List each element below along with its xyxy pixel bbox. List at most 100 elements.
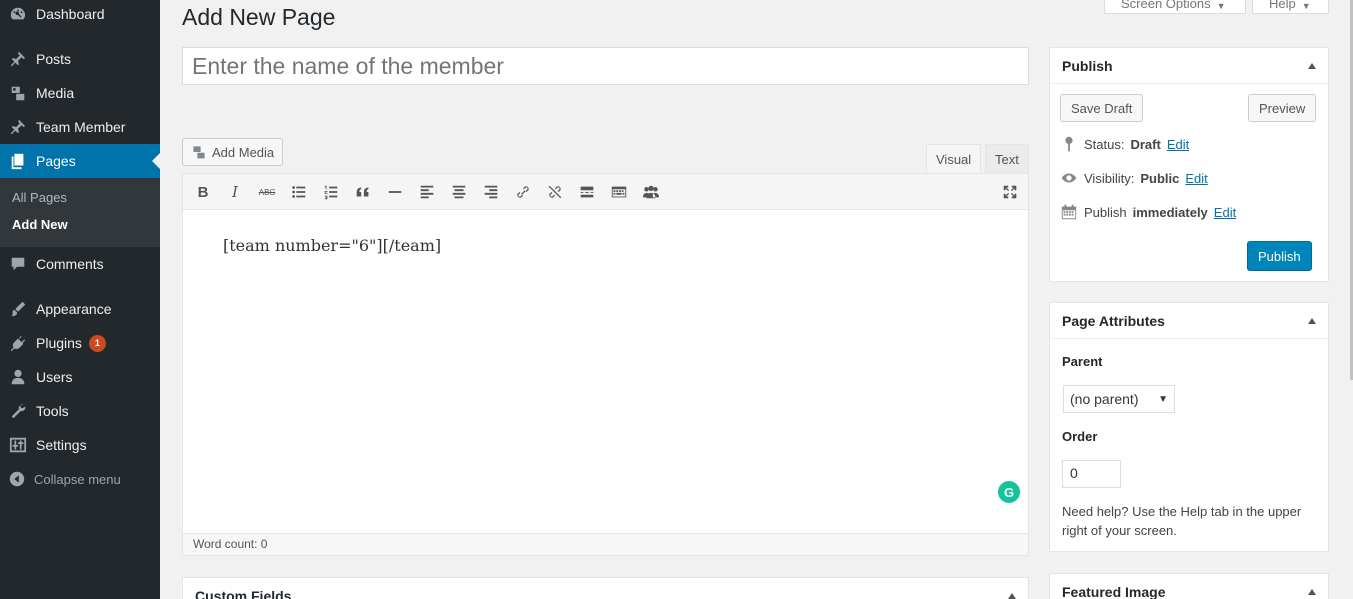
edit-visibility-link[interactable]: Edit <box>1185 171 1207 186</box>
status-value: Draft <box>1130 136 1161 152</box>
attributes-help-text: Need help? Use the Help tab in the upper… <box>1062 504 1302 538</box>
pin-icon <box>0 50 36 68</box>
page-attributes-header[interactable]: Page Attributes <box>1050 303 1328 339</box>
page-attributes-box: Page Attributes Parent (no parent) ▼ Ord… <box>1049 302 1329 552</box>
title-input[interactable] <box>182 47 1029 85</box>
publish-date-label: Publish <box>1084 204 1127 220</box>
sidebar-item-appearance[interactable]: Appearance <box>0 292 160 326</box>
page-attributes-title: Page Attributes <box>1062 312 1165 329</box>
admin-sidebar: Dashboard Posts Media Team Member Pages … <box>0 0 160 599</box>
sidebar-item-posts[interactable]: Posts <box>0 42 160 76</box>
bold-label: B <box>197 183 209 201</box>
visibility-label: Visibility: <box>1084 170 1135 186</box>
dashboard-icon <box>0 5 36 23</box>
italic-button[interactable]: I <box>223 180 247 204</box>
team-shortcode-button[interactable] <box>639 180 663 204</box>
submenu-add-new[interactable]: Add New <box>12 217 68 232</box>
tab-text[interactable]: Text <box>985 144 1029 173</box>
unlink-button[interactable] <box>543 180 567 204</box>
add-media-button[interactable]: Add Media <box>182 138 284 166</box>
publish-header[interactable]: Publish <box>1050 48 1328 84</box>
align-right-icon <box>484 185 498 199</box>
collapse-arrow-icon[interactable] <box>1308 317 1316 324</box>
fullscreen-button[interactable] <box>998 180 1022 204</box>
sidebar-item-label: Users <box>36 369 73 385</box>
collapse-menu-button[interactable]: Collapse menu <box>0 462 160 496</box>
settings-icon <box>0 436 36 454</box>
pin-icon <box>0 118 36 136</box>
sidebar-item-users[interactable]: Users <box>0 360 160 394</box>
status-label: Status: <box>1084 136 1125 152</box>
content-editor: B I ABC [team number="6"][/team] G Word … <box>182 173 1029 556</box>
featured-image-box: Featured Image <box>1049 573 1329 599</box>
link-button[interactable] <box>511 180 535 204</box>
bullet-list-button[interactable] <box>287 180 311 204</box>
comments-icon <box>0 255 36 273</box>
users-icon <box>0 368 36 386</box>
publish-date-row: Publish immediately Edit <box>1060 203 1236 221</box>
sidebar-item-label: Comments <box>36 256 104 272</box>
horizontal-rule-button[interactable] <box>383 180 407 204</box>
tools-icon <box>0 402 36 420</box>
blockquote-button[interactable] <box>351 180 375 204</box>
collapse-arrow-icon[interactable] <box>1308 62 1316 69</box>
numbered-list-icon <box>324 185 338 200</box>
edit-status-link[interactable]: Edit <box>1167 137 1189 152</box>
sidebar-item-label: Plugins <box>36 335 82 351</box>
grammarly-icon[interactable]: G <box>998 481 1020 503</box>
read-more-icon <box>580 186 594 198</box>
custom-fields-box: Custom Fields <box>182 577 1029 599</box>
collapse-arrow-icon[interactable] <box>1308 588 1316 595</box>
align-left-button[interactable] <box>415 180 439 204</box>
edit-publish-date-link[interactable]: Edit <box>1214 205 1236 220</box>
sidebar-item-label: Tools <box>36 403 69 419</box>
strikethrough-button[interactable]: ABC <box>255 180 279 204</box>
sidebar-item-label: Dashboard <box>36 6 105 22</box>
page-title: Add New Page <box>182 4 336 30</box>
calendar-icon <box>1061 204 1077 220</box>
screen-options-tab[interactable]: Screen Options ▼ <box>1104 0 1246 14</box>
media-icon <box>0 84 36 102</box>
bold-button[interactable]: B <box>191 180 215 204</box>
word-count: Word count: 0 <box>183 533 1028 555</box>
save-draft-button[interactable]: Save Draft <box>1060 94 1144 122</box>
publish-button[interactable]: Publish <box>1247 241 1312 271</box>
editor-content[interactable]: [team number="6"][/team] <box>223 236 441 255</box>
tab-visual[interactable]: Visual <box>926 144 982 173</box>
preview-button[interactable]: Preview <box>1248 94 1317 122</box>
sidebar-item-plugins[interactable]: Plugins 1 <box>0 326 160 360</box>
add-media-label: Add Media <box>212 144 275 160</box>
fullscreen-icon <box>1003 185 1017 199</box>
sidebar-item-team-member[interactable]: Team Member <box>0 110 160 144</box>
help-tab[interactable]: Help ▼ <box>1252 0 1329 14</box>
sidebar-item-pages[interactable]: Pages <box>0 144 160 178</box>
sidebar-item-label: Settings <box>36 437 87 453</box>
toolbar-toggle-icon <box>611 186 627 198</box>
parent-select[interactable]: (no parent) ▼ <box>1063 385 1175 413</box>
status-row: Status: Draft Edit <box>1060 135 1189 153</box>
plugin-update-badge: 1 <box>88 334 106 352</box>
sidebar-item-comments[interactable]: Comments <box>0 247 160 281</box>
custom-fields-header[interactable]: Custom Fields <box>183 578 1028 599</box>
sidebar-item-label: Team Member <box>36 119 126 135</box>
plugins-icon <box>0 334 36 352</box>
read-more-button[interactable] <box>575 180 599 204</box>
sidebar-item-dashboard[interactable]: Dashboard <box>0 0 160 31</box>
collapse-icon <box>0 470 34 488</box>
screen-options-label: Screen Options <box>1121 0 1211 11</box>
align-right-button[interactable] <box>479 180 503 204</box>
order-input[interactable]: 0 <box>1062 460 1121 488</box>
order-label: Order <box>1062 429 1098 444</box>
pages-submenu: All Pages Add New <box>0 178 160 247</box>
sidebar-item-tools[interactable]: Tools <box>0 394 160 428</box>
visibility-value: Public <box>1140 170 1180 186</box>
parent-value: (no parent) <box>1070 391 1139 407</box>
sidebar-item-media[interactable]: Media <box>0 76 160 110</box>
toolbar-toggle-button[interactable] <box>607 180 631 204</box>
numbered-list-button[interactable] <box>319 180 343 204</box>
submenu-all-pages[interactable]: All Pages <box>12 190 67 205</box>
featured-image-header[interactable]: Featured Image <box>1050 574 1328 599</box>
sidebar-item-settings[interactable]: Settings <box>0 428 160 462</box>
collapse-arrow-icon[interactable] <box>1008 592 1016 599</box>
align-center-button[interactable] <box>447 180 471 204</box>
